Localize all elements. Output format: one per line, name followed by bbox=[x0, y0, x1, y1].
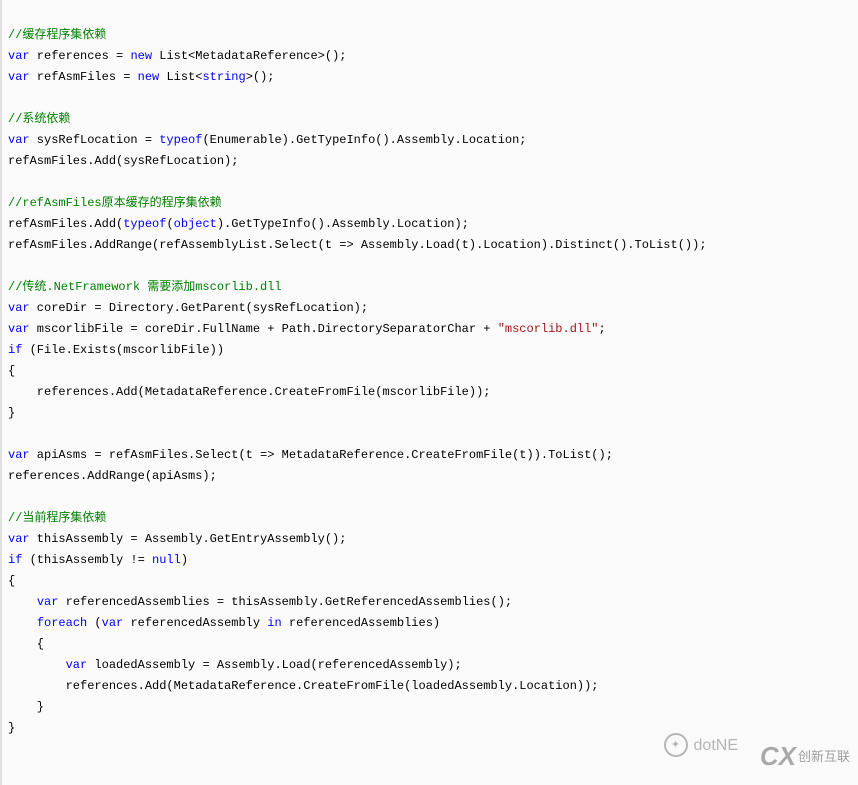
keyword: typeof bbox=[123, 217, 166, 231]
code-text: List<MetadataReference>(); bbox=[152, 49, 346, 63]
watermark-brand: CX 创新互联 bbox=[760, 746, 850, 767]
code-text: ).GetTypeInfo().Assembly.Location); bbox=[217, 217, 469, 231]
code-text: references.Add(MetadataReference.CreateF… bbox=[8, 679, 599, 693]
code-text bbox=[8, 658, 66, 672]
code-text: coreDir = Directory.GetParent(sysRefLoca… bbox=[30, 301, 368, 315]
comment: //refAsmFiles原本缓存的程序集依赖 bbox=[8, 196, 222, 210]
code-text: { bbox=[8, 574, 15, 588]
keyword: var bbox=[66, 658, 88, 672]
code-text bbox=[8, 595, 37, 609]
keyword: if bbox=[8, 343, 22, 357]
wechat-icon: ✦ bbox=[664, 733, 688, 757]
keyword: null bbox=[152, 553, 181, 567]
keyword: string bbox=[202, 70, 245, 84]
code-text: ; bbox=[599, 322, 606, 336]
code-text: apiAsms = refAsmFiles.Select(t => Metada… bbox=[30, 448, 613, 462]
code-text: references.AddRange(apiAsms); bbox=[8, 469, 217, 483]
keyword: new bbox=[138, 70, 160, 84]
string: "mscorlib.dll" bbox=[498, 322, 599, 336]
code-text: (thisAssembly != bbox=[22, 553, 152, 567]
keyword: new bbox=[130, 49, 152, 63]
code-text bbox=[8, 616, 37, 630]
keyword: var bbox=[37, 595, 59, 609]
watermark-dotnet: ✦ dotNE bbox=[664, 733, 738, 757]
code-text: mscorlibFile = coreDir.FullName + Path.D… bbox=[30, 322, 498, 336]
keyword: var bbox=[8, 70, 30, 84]
code-text: referencedAssemblies) bbox=[282, 616, 440, 630]
code-text: ( bbox=[166, 217, 173, 231]
code-text: references = bbox=[30, 49, 131, 63]
code-text: List< bbox=[159, 70, 202, 84]
code-text: } bbox=[8, 721, 15, 735]
code-text: } bbox=[8, 700, 44, 714]
watermark-text: dotNE bbox=[694, 735, 738, 756]
code-block: //缓存程序集依赖 var references = new List<Meta… bbox=[0, 0, 858, 785]
keyword: var bbox=[102, 616, 124, 630]
code-text: referencedAssemblies = thisAssembly.GetR… bbox=[58, 595, 512, 609]
comment: //当前程序集依赖 bbox=[8, 511, 106, 525]
code-text: sysRefLocation = bbox=[30, 133, 160, 147]
logo-icon: CX bbox=[760, 746, 796, 767]
keyword: if bbox=[8, 553, 22, 567]
keyword: in bbox=[267, 616, 281, 630]
code-text: (File.Exists(mscorlibFile)) bbox=[22, 343, 224, 357]
keyword: var bbox=[8, 322, 30, 336]
code-text: { bbox=[8, 637, 44, 651]
keyword: foreach bbox=[37, 616, 87, 630]
code-text: (Enumerable).GetTypeInfo().Assembly.Loca… bbox=[202, 133, 526, 147]
code-text: ) bbox=[181, 553, 188, 567]
code-text: >(); bbox=[246, 70, 275, 84]
brand-text: 创新互联 bbox=[798, 746, 850, 767]
code-text: } bbox=[8, 406, 15, 420]
comment: //系统依赖 bbox=[8, 112, 70, 126]
keyword: typeof bbox=[159, 133, 202, 147]
keyword: var bbox=[8, 532, 30, 546]
keyword: var bbox=[8, 49, 30, 63]
code-text: loadedAssembly = Assembly.Load(reference… bbox=[87, 658, 461, 672]
keyword: var bbox=[8, 301, 30, 315]
code-text: { bbox=[8, 364, 15, 378]
code-text: refAsmFiles.Add(sysRefLocation); bbox=[8, 154, 238, 168]
code-text: referencedAssembly bbox=[123, 616, 267, 630]
keyword: var bbox=[8, 448, 30, 462]
comment: //传统.NetFramework 需要添加mscorlib.dll bbox=[8, 280, 282, 294]
code-text: refAsmFiles.AddRange(refAssemblyList.Sel… bbox=[8, 238, 707, 252]
keyword: object bbox=[174, 217, 217, 231]
keyword: var bbox=[8, 133, 30, 147]
code-text: ( bbox=[87, 616, 101, 630]
comment: //缓存程序集依赖 bbox=[8, 28, 106, 42]
code-text: references.Add(MetadataReference.CreateF… bbox=[8, 385, 490, 399]
code-text: refAsmFiles = bbox=[30, 70, 138, 84]
code-text: thisAssembly = Assembly.GetEntryAssembly… bbox=[30, 532, 347, 546]
code-text: refAsmFiles.Add( bbox=[8, 217, 123, 231]
